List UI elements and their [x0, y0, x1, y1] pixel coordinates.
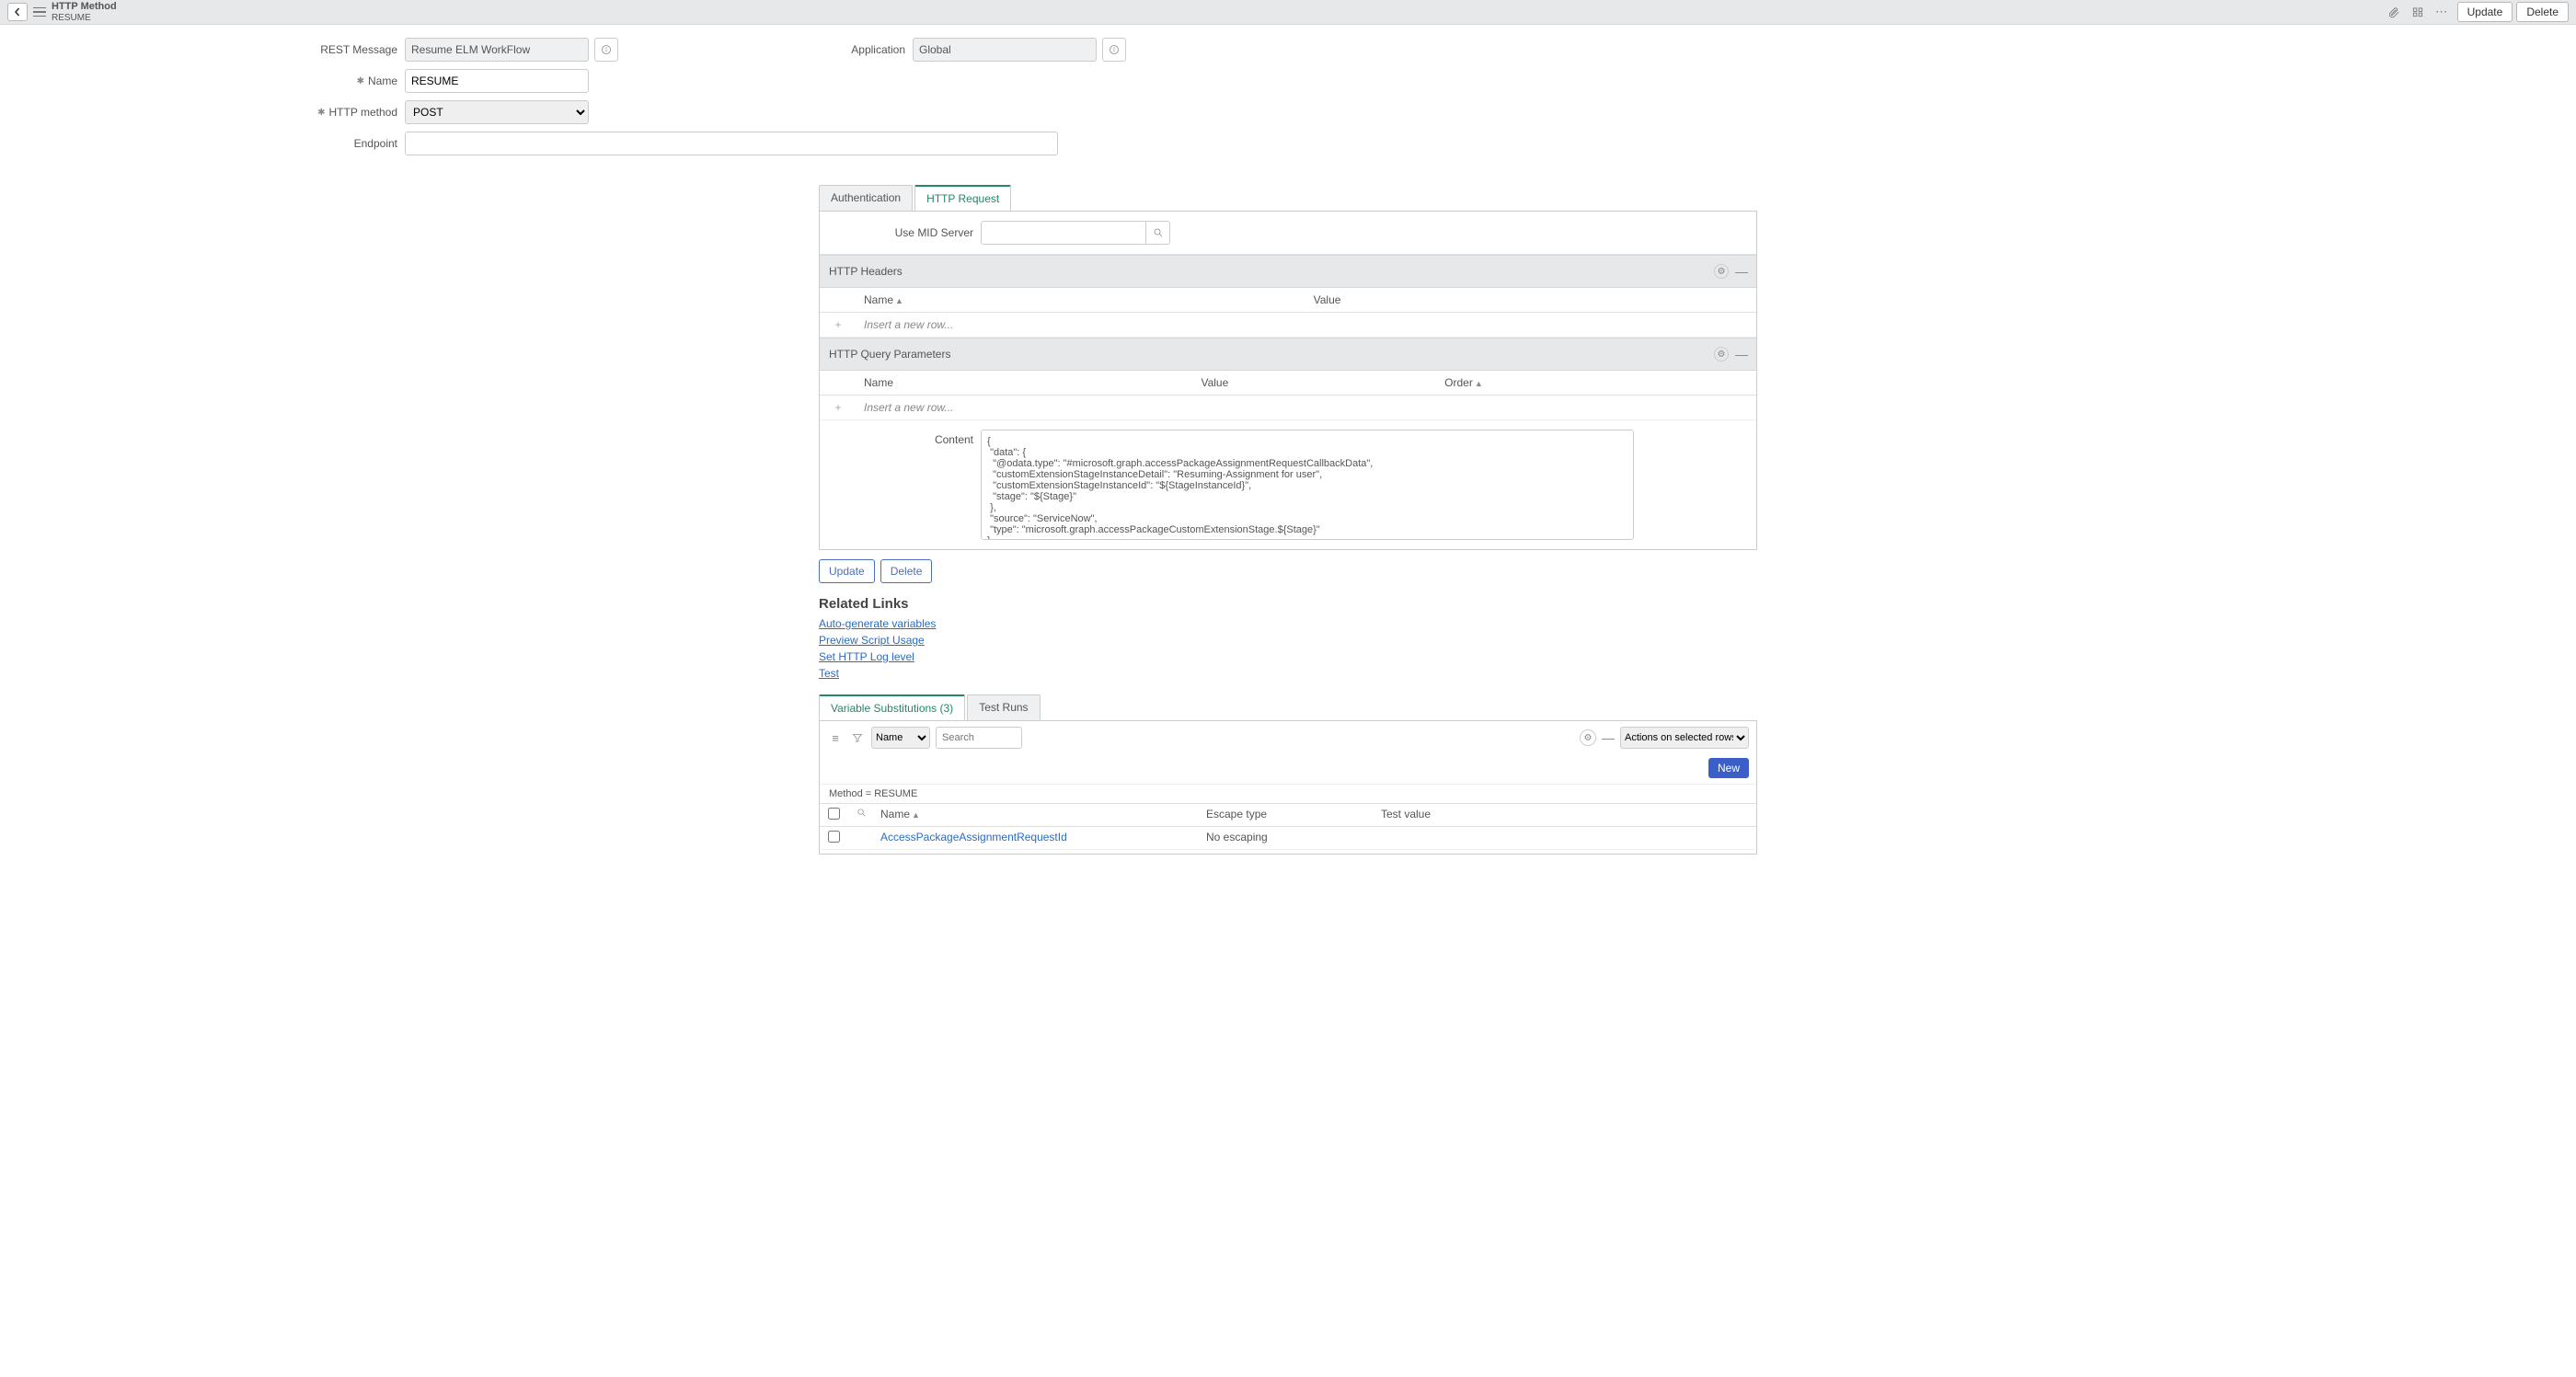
- name-field[interactable]: [405, 69, 589, 93]
- actions-select[interactable]: Actions on selected rows...: [1620, 727, 1749, 749]
- query-col-name[interactable]: Name: [857, 371, 1193, 395]
- list-menu-icon[interactable]: ≡: [827, 731, 844, 745]
- query-params-section: HTTP Query Parameters ⚙ —: [820, 338, 1756, 371]
- tab-body: Use MID Server HTTP Headers ⚙ — Name▲ Va…: [819, 211, 1757, 550]
- record-name: RESUME: [52, 13, 117, 23]
- headers-col-name[interactable]: Name: [864, 293, 893, 306]
- list-breadcrumb[interactable]: Method = RESUME: [820, 784, 1756, 803]
- headers-table-head: Name▲ Value: [820, 288, 1756, 313]
- update-button[interactable]: Update: [819, 559, 875, 583]
- endpoint-label: Endpoint: [354, 137, 397, 150]
- row-test: [1381, 831, 1756, 845]
- section-settings-icon[interactable]: ⚙: [1714, 347, 1729, 361]
- row-name-link[interactable]: AccessPackageAssignmentRequestId: [880, 831, 1067, 843]
- tab-authentication[interactable]: Authentication: [819, 185, 913, 211]
- application-info-icon[interactable]: [1102, 38, 1126, 62]
- tab-test-runs[interactable]: Test Runs: [967, 694, 1040, 720]
- record-type: HTTP Method: [52, 1, 117, 12]
- row-search-icon[interactable]: [847, 808, 875, 822]
- application-label: Application: [839, 43, 913, 56]
- http-headers-title: HTTP Headers: [829, 265, 903, 278]
- content-label: Content: [820, 430, 981, 540]
- endpoint-field[interactable]: [405, 132, 1058, 155]
- new-button[interactable]: New: [1708, 758, 1749, 778]
- http-method-label: HTTP method: [329, 106, 397, 119]
- lower-tab-strip: Variable Substitutions (3) Test Runs: [819, 694, 1757, 720]
- query-col-order[interactable]: Order: [1444, 376, 1473, 389]
- mid-server-field[interactable]: [981, 221, 1146, 245]
- delete-button[interactable]: Delete: [880, 559, 933, 583]
- query-table-head: Name Value Order▲: [820, 371, 1756, 396]
- link-preview-script[interactable]: Preview Script Usage: [819, 632, 1757, 648]
- list-col-name[interactable]: Name: [880, 808, 910, 820]
- rest-message-field[interactable]: [405, 38, 589, 62]
- add-row-icon[interactable]: +: [820, 313, 857, 337]
- insert-row-text: Insert a new row...: [857, 313, 1306, 337]
- search-field-select[interactable]: Name: [871, 727, 930, 749]
- top-bar: HTTP Method RESUME ⋯ Update Delete: [0, 0, 2576, 25]
- rest-message-label: REST Message: [320, 43, 397, 56]
- chevron-left-icon: [13, 7, 22, 17]
- query-params-title: HTTP Query Parameters: [829, 348, 950, 361]
- list-col-escape[interactable]: Escape type: [1206, 808, 1381, 822]
- list-col-test[interactable]: Test value: [1381, 808, 1756, 822]
- section-collapse-icon[interactable]: —: [1734, 347, 1749, 361]
- application-field[interactable]: [913, 38, 1097, 62]
- http-headers-section: HTTP Headers ⚙ —: [820, 255, 1756, 288]
- list-head: Name▲ Escape type Test value: [820, 803, 1756, 827]
- query-col-value[interactable]: Value: [1193, 371, 1437, 395]
- rest-message-info-icon[interactable]: [594, 38, 618, 62]
- headers-col-value[interactable]: Value: [1306, 288, 1756, 312]
- section-collapse-icon[interactable]: —: [1734, 264, 1749, 279]
- query-insert-row[interactable]: + Insert a new row...: [820, 396, 1756, 420]
- mid-server-label: Use MID Server: [820, 226, 981, 239]
- update-button-top[interactable]: Update: [2457, 2, 2513, 22]
- mid-server-search-icon[interactable]: [1146, 221, 1170, 245]
- related-links-heading: Related Links: [819, 596, 1757, 612]
- add-row-icon[interactable]: +: [820, 396, 857, 419]
- row-escape: No escaping: [1206, 831, 1381, 845]
- link-auto-generate[interactable]: Auto-generate variables: [819, 615, 1757, 632]
- delete-button-top[interactable]: Delete: [2516, 2, 2569, 22]
- row-checkbox[interactable]: [828, 831, 840, 843]
- sort-asc-icon: ▲: [895, 296, 903, 305]
- tab-strip: Authentication HTTP Request: [819, 185, 1757, 211]
- http-method-select[interactable]: POST: [405, 100, 589, 124]
- tab-variable-substitutions[interactable]: Variable Substitutions (3): [819, 694, 965, 720]
- list-container: ≡ Name ⚙ — Actions on selected rows... N…: [819, 720, 1757, 855]
- select-all-checkbox[interactable]: [828, 808, 840, 820]
- activity-icon[interactable]: [2408, 3, 2428, 21]
- sort-asc-icon: ▲: [1475, 379, 1483, 388]
- tab-http-request[interactable]: HTTP Request: [914, 185, 1011, 211]
- list-search-input[interactable]: [936, 727, 1022, 749]
- required-icon: ✱: [317, 108, 325, 118]
- section-settings-icon[interactable]: ⚙: [1714, 264, 1729, 279]
- form-section: REST Message Application ✱ Name ✱ HTTP met…: [0, 25, 2576, 176]
- list-settings-icon[interactable]: ⚙: [1580, 729, 1596, 746]
- related-links: Auto-generate variables Preview Script U…: [819, 615, 1757, 682]
- link-set-http-log[interactable]: Set HTTP Log level: [819, 648, 1757, 665]
- menu-icon[interactable]: [33, 6, 46, 18]
- required-icon: ✱: [357, 76, 364, 86]
- more-icon[interactable]: ⋯: [2432, 3, 2452, 21]
- record-title-block: HTTP Method RESUME: [52, 1, 117, 22]
- link-test[interactable]: Test: [819, 665, 1757, 682]
- name-label: Name: [368, 75, 397, 87]
- list-collapse-icon[interactable]: —: [1602, 730, 1615, 745]
- attachment-icon[interactable]: [2384, 3, 2404, 21]
- list-row[interactable]: AccessPackageAssignmentRequestId No esca…: [820, 827, 1756, 850]
- sort-asc-icon: ▲: [912, 810, 920, 820]
- insert-row-text: Insert a new row...: [857, 396, 1193, 419]
- headers-insert-row[interactable]: + Insert a new row...: [820, 313, 1756, 338]
- content-textarea[interactable]: [981, 430, 1634, 540]
- back-button[interactable]: [7, 3, 28, 21]
- list-filter-icon[interactable]: [849, 732, 866, 743]
